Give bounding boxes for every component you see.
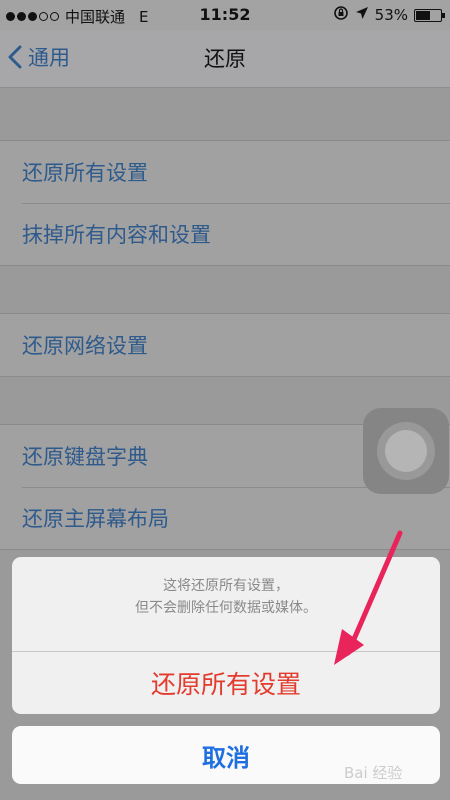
rotation-lock-icon — [333, 5, 349, 25]
page-title: 还原 — [204, 47, 246, 71]
watermark-text: Bai 经验 — [344, 764, 403, 782]
status-bar: 中国联通 E 11:52 53% — [0, 0, 450, 30]
navigation-bar: 通用 还原 — [0, 30, 450, 88]
annotation-arrow-icon — [334, 530, 403, 665]
reset-all-settings-item[interactable]: 还原所有设置 — [0, 141, 450, 203]
battery-percent: 53% — [374, 6, 408, 24]
assistive-touch-center-icon — [385, 430, 427, 472]
settings-group-1: 还原所有设置 抹掉所有内容和设置 — [0, 140, 450, 266]
status-right: 53% — [333, 5, 445, 25]
list-item-label: 抹掉所有内容和设置 — [22, 223, 211, 247]
settings-group-2: 还原网络设置 — [0, 313, 450, 377]
list-item-label: 还原所有设置 — [22, 161, 148, 185]
erase-all-content-item[interactable]: 抹掉所有内容和设置 — [0, 203, 450, 265]
list-item-label: 还原键盘字典 — [22, 445, 148, 469]
battery-icon — [414, 8, 445, 22]
assistive-touch-button[interactable] — [363, 408, 449, 494]
location-arrow-icon — [355, 6, 369, 24]
list-item-label: 还原主屏幕布局 — [22, 507, 169, 531]
list-item-label: 还原网络设置 — [22, 334, 148, 358]
reset-network-settings-item[interactable]: 还原网络设置 — [0, 314, 450, 376]
